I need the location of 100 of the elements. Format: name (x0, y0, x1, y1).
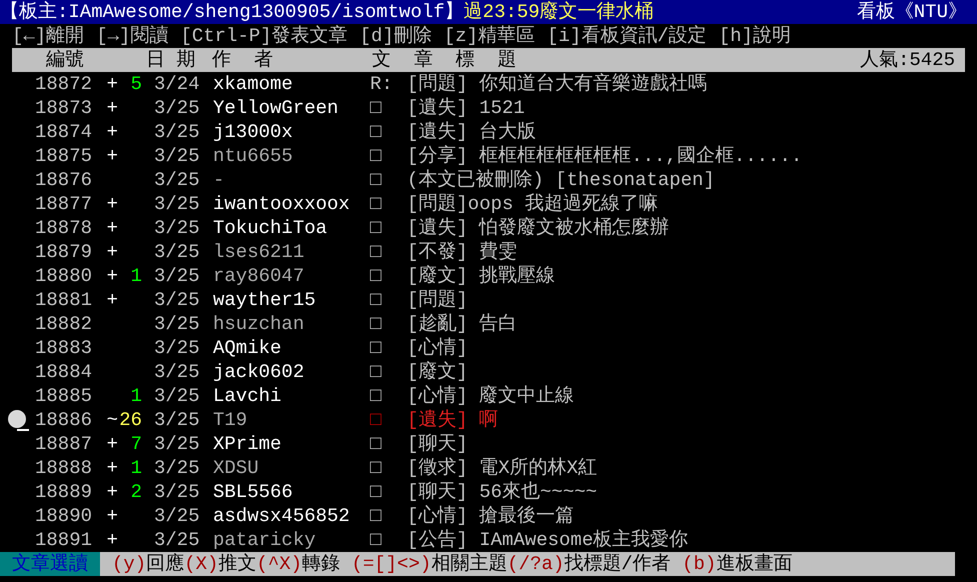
recommend-count: 26 (118, 408, 142, 432)
article-title[interactable]: [心情] 搶最後一篇 (407, 504, 574, 528)
article-author: - (213, 168, 226, 192)
article-date: 3/25 (154, 168, 201, 192)
article-number: 18882 (35, 312, 94, 336)
article-mark: □ (370, 528, 382, 552)
article-author: TokuchiToa (213, 216, 328, 240)
article-date: 3/25 (154, 216, 201, 240)
article-title[interactable]: [聊天] 56來也~~~~~ (407, 480, 598, 504)
mode-label: 文章選讀 (0, 552, 100, 576)
article-mark: □ (370, 96, 382, 120)
article-number: 18890 (35, 504, 94, 528)
menu-command[interactable]: [←]離開 (12, 24, 84, 48)
article-title[interactable]: [問題] (407, 288, 468, 312)
article-title[interactable]: [遺失] 台大版 (407, 120, 536, 144)
footer-command[interactable]: (=[]<>)相關主題 (340, 552, 508, 576)
article-author: XDSU (213, 456, 260, 480)
article-title[interactable]: [廢文] (407, 360, 468, 384)
article-title[interactable]: [分享] 框框框框框框框框...,國企框...... (407, 144, 802, 168)
article-title[interactable]: [問題]oops 我超過死線了嘛 (407, 192, 658, 216)
menu-command[interactable]: [→]閱讀 (96, 24, 168, 48)
article-date: 3/25 (154, 120, 201, 144)
column-header: 文 章 標 題 (372, 48, 516, 72)
article-title[interactable]: [遺失] 怕發廢文被水桶怎麼辦 (407, 216, 670, 240)
article-title[interactable]: [不發] 費雯 (407, 240, 518, 264)
article-number: 18881 (35, 288, 94, 312)
article-date: 3/25 (154, 432, 201, 456)
article-title[interactable]: [廢文] 挑戰壓線 (407, 264, 556, 288)
article-title[interactable]: [問題] 你知道台大有音樂遊戲社嗎 (407, 72, 708, 96)
menu-command[interactable]: [d]刪除 (360, 24, 432, 48)
status-mark: + (106, 480, 118, 504)
article-date: 3/25 (154, 288, 201, 312)
article-number: 18876 (35, 168, 94, 192)
article-author: j13000x (213, 120, 294, 144)
article-title[interactable]: [遺失] 啊 (407, 408, 498, 432)
recommend-count: 1 (130, 384, 142, 408)
article-mark: □ (370, 192, 382, 216)
article-date: 3/24 (154, 72, 201, 96)
menu-command[interactable]: [z]精華區 (444, 24, 536, 48)
menu-command[interactable]: [Ctrl-P]發表文章 (180, 24, 348, 48)
status-mark: + (106, 528, 118, 552)
status-mark: + (106, 264, 118, 288)
article-date: 3/25 (154, 456, 201, 480)
article-mark: □ (370, 432, 382, 456)
article-mark: □ (370, 120, 382, 144)
recommend-count: 5 (130, 72, 142, 96)
article-date: 3/25 (154, 312, 201, 336)
article-number: 18889 (35, 480, 94, 504)
article-title[interactable]: [遺失] 1521 (407, 96, 525, 120)
footer-command[interactable]: (b)進板畫面 (670, 552, 792, 576)
article-mark: R: (370, 72, 394, 96)
status-mark: + (106, 96, 118, 120)
article-title[interactable]: (本文已被刪除) [thesonatapen] (407, 168, 715, 192)
article-number: 18874 (35, 120, 94, 144)
article-number: 18880 (35, 264, 94, 288)
article-date: 3/25 (154, 336, 201, 360)
footer-command[interactable]: (/?a)找標題/作者 (507, 552, 671, 576)
article-mark: □ (370, 240, 382, 264)
article-date: 3/25 (154, 264, 201, 288)
menu-command[interactable]: [h]說明 (718, 24, 791, 48)
status-mark: + (106, 72, 118, 96)
article-number: 18884 (35, 360, 94, 384)
article-title[interactable]: [心情] (407, 336, 468, 360)
article-date: 3/25 (154, 240, 201, 264)
article-date: 3/25 (154, 480, 201, 504)
article-mark: □ (370, 216, 382, 240)
article-author: AQmike (213, 336, 282, 360)
article-number: 18873 (35, 96, 94, 120)
article-mark: □ (370, 168, 382, 192)
article-title[interactable]: [聊天] (407, 432, 468, 456)
article-author: ntu6655 (213, 144, 294, 168)
menu-command[interactable]: [i]看板資訊/設定 (547, 24, 707, 48)
article-title[interactable]: [徵求] 電X所的林X紅 (407, 456, 598, 480)
article-author: Lavchi (213, 384, 282, 408)
article-title[interactable]: [心情] 廢文中止線 (407, 384, 574, 408)
article-author: xkamome (213, 72, 294, 96)
column-header: 作 者 (212, 48, 274, 72)
article-mark: □ (370, 264, 382, 288)
article-title[interactable]: [趁亂] 告白 (407, 312, 518, 336)
article-author: asdwsx456852 (213, 504, 351, 528)
board-name: 看板《NTU》 (856, 0, 967, 24)
article-number: 18877 (35, 192, 94, 216)
footer-command[interactable]: (^X)轉錄 (256, 552, 340, 576)
article-mark: □ (370, 312, 382, 336)
footer-command[interactable]: (X)推文 (184, 552, 256, 576)
status-mark: ~ (106, 408, 118, 432)
article-number: 18872 (35, 72, 94, 96)
footer-command[interactable]: (y)回應 (112, 552, 184, 576)
article-number: 18885 (35, 384, 94, 408)
popularity-count: 人氣:5425 (860, 48, 955, 72)
recommend-count: 1 (130, 264, 142, 288)
article-number: 18887 (35, 432, 94, 456)
article-author: T19 (213, 408, 248, 432)
article-author: iwantooxxoox (213, 192, 351, 216)
article-author: jack0602 (213, 360, 306, 384)
status-mark: + (106, 456, 118, 480)
status-mark: + (106, 216, 118, 240)
moderators-text: 【板主:IAmAwesome/sheng1300905/isomtwolf】 (0, 0, 464, 24)
status-mark: + (106, 288, 118, 312)
article-title[interactable]: [公告] IAmAwesome板主我愛你 (407, 528, 688, 552)
